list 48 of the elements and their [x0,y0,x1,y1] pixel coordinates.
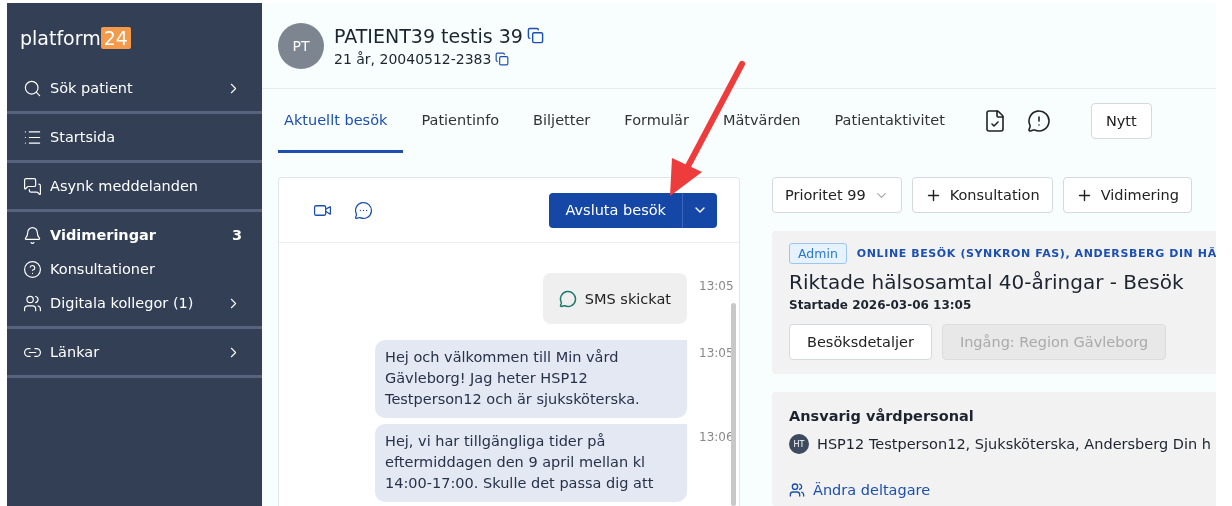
sidebar-item[interactable]: Konsultationer [7,252,262,286]
copy-icon[interactable] [526,27,544,44]
sidebar-item[interactable]: Vidimeringar 3 [7,218,262,252]
search-icon [23,78,42,98]
event-text: SMS skickat [584,290,671,307]
chat-message: Hej, vi har tillgängliga tider på eftermiddagen den 9 april mellan kl 14:00-17:00. Skulle det passa dig att [375,424,687,502]
count-text: 3 [231,227,242,243]
patient-details: 21 år, 20040512-2383 [334,50,492,67]
speech-bubble-icon [558,289,577,308]
add-button[interactable]: Vidimering [1062,177,1192,213]
priority-select[interactable]: Prioritet 99 [772,177,902,213]
tab[interactable]: Patientaktivitet [828,89,961,153]
change-participants-link[interactable]: Ändra deltagare [789,482,1216,498]
chat-message: Hej och välkommen till Min vård Gävleborg! Jag heter HSP12 Testperson12 och är sjuksköterska. [375,340,687,418]
patient-avatar: PT [278,22,324,69]
add-button[interactable]: Konsultation [911,177,1053,213]
chat-bubbles-icon [23,176,42,196]
logo-text: platform [20,27,101,49]
scrollbar[interactable] [731,303,736,506]
tab[interactable]: Biljetter [527,89,607,153]
copy-icon[interactable] [495,51,510,66]
sidebar-item[interactable]: Asynk meddelanden [7,169,262,203]
visit-start: Startade 2026-03-06 13:05 [789,298,973,312]
people-icon [23,293,42,313]
alert-bubble-icon[interactable] [1026,109,1051,133]
visit-button[interactable]: Besöksdetaljer [789,324,932,360]
message-time: 13:05 [699,278,735,293]
question-icon [23,259,42,279]
staff-avatar: HT [789,434,809,454]
role-tag: Admin [789,243,847,264]
sidebar-item[interactable]: Sök patient [7,71,262,105]
staff-person: HSP12 Testperson12, Sjuksköterska, Andersberg Din h [817,436,1211,452]
sidebar-item[interactable]: Länkar [7,335,262,369]
tab[interactable]: Aktuellt besök [278,89,404,153]
tab[interactable]: Mätvärden [716,89,817,153]
people-icon [789,482,805,498]
visit-title: Riktade hälsosamtal 40-åringar - Besök [789,270,1185,294]
chat-icon[interactable] [354,200,373,220]
sidebar-item[interactable]: Startsida [7,120,262,154]
visit-type: ONLINE BESÖK (SYNKRON FAS), ANDERSBERG DIN HÄ [856,247,1216,260]
bell-icon [23,225,42,245]
patient-name: PATIENT39 testis 39 [334,24,523,47]
tab[interactable]: Patientinfo [415,89,516,153]
new-button[interactable]: Nytt [1090,103,1152,139]
tab[interactable]: Formulär [618,89,705,153]
logo-badge: 24 [100,27,131,49]
sidebar-item[interactable]: Digitala kollegor (1) [7,286,262,320]
staff-heading: Ansvarig vårdpersonal [789,408,975,424]
